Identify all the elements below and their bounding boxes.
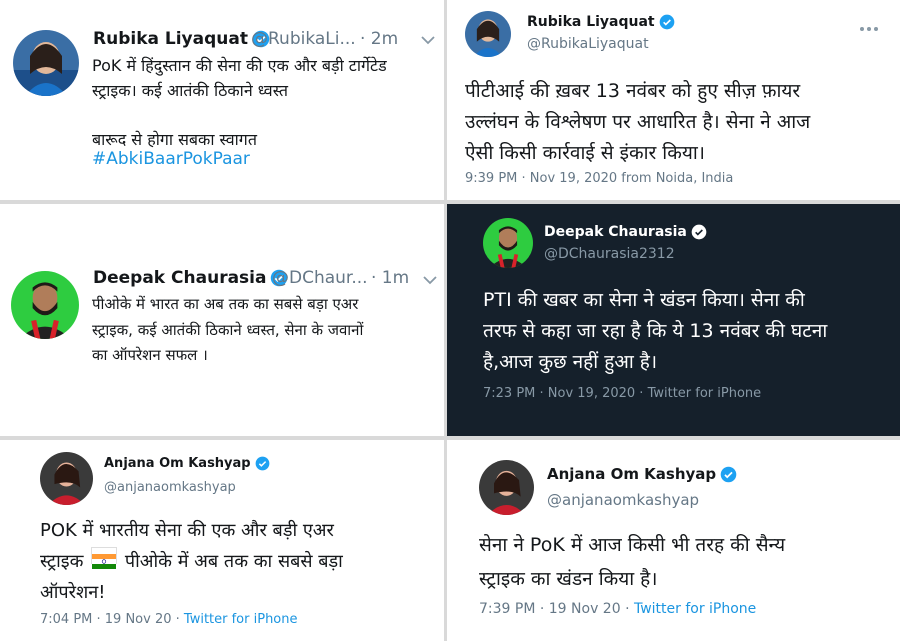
author-handle[interactable]: @anjanaomkashyap <box>104 480 236 495</box>
author-name[interactable]: Rubika Liyaquat <box>527 14 675 30</box>
tweet-text-line: स्ट्राइक पीओके में अब तक का सबसे बड़ा <box>40 546 440 577</box>
tweet-text-fragment: स्ट्राइक <box>40 551 90 572</box>
author-name[interactable]: Deepak Chaurasia <box>544 224 707 240</box>
author-handle[interactable]: @RubikaLiyaquat <box>527 36 649 52</box>
tweet-text: पीओके में भारत का अब तक का सबसे बड़ा एअर… <box>92 295 364 364</box>
avatar[interactable] <box>465 11 511 57</box>
chevron-down-icon[interactable] <box>420 32 436 52</box>
tweet-source[interactable]: Twitter for iPhone <box>648 386 762 401</box>
tweet-timestamp[interactable]: 7:39 PM · 19 Nov 20 · <box>479 601 634 617</box>
tweet-source[interactable]: Twitter for iPhone <box>184 612 298 627</box>
author-name[interactable]: Rubika Liyaquat <box>93 29 270 49</box>
tweet-deepak-claim: Deepak Chaurasia @DChaur... · 1m पीओके म… <box>0 204 444 436</box>
verified-badge-icon <box>255 456 270 471</box>
avatar[interactable] <box>13 30 79 96</box>
avatar[interactable] <box>479 460 534 515</box>
author-handle[interactable]: @DChaur... <box>272 268 368 288</box>
tweet-time[interactable]: · 1m <box>371 268 409 288</box>
tweet-timestamp[interactable]: 7:23 PM · Nov 19, 2020 · <box>483 386 648 401</box>
author-handle[interactable]: @DChaurasia2312 <box>544 246 675 262</box>
author-handle[interactable]: @RubikaLi... <box>251 29 356 49</box>
tweet-text: पीटीआई की ख़बर 13 नवंबर को हुए सीज़ फ़ाय… <box>465 80 811 164</box>
tweet-meta: 7:04 PM · 19 Nov 20 · Twitter for iPhone <box>40 612 298 627</box>
tweet-rubika-claim: Rubika Liyaquat @RubikaLi... · 2m PoK मे… <box>0 0 444 200</box>
tweet-text-line: ऑपरेशन! <box>40 582 106 603</box>
avatar[interactable] <box>483 218 533 268</box>
author-name-text[interactable]: Rubika Liyaquat <box>93 29 248 49</box>
verified-badge-icon <box>659 14 675 30</box>
author-name[interactable]: Anjana Om Kashyap <box>547 465 737 483</box>
avatar[interactable] <box>11 271 79 339</box>
tweet-meta: 7:23 PM · Nov 19, 2020 · Twitter for iPh… <box>483 386 761 401</box>
tweet-text: PoK में हिंदुस्तान की सेना की एक और बड़ी… <box>92 56 387 149</box>
author-name-text[interactable]: Anjana Om Kashyap <box>547 465 716 483</box>
author-name[interactable]: Deepak Chaurasia <box>93 268 288 288</box>
avatar[interactable] <box>40 452 93 505</box>
hashtag-link[interactable]: #AbkiBaarPokPaar <box>92 149 250 169</box>
tweet-source[interactable]: Twitter for iPhone <box>634 601 756 617</box>
author-name-text[interactable]: Anjana Om Kashyap <box>104 456 251 471</box>
tweet-text-line: POK में भारतीय सेना की एक और बड़ी एअर <box>40 520 334 541</box>
tweet-text: PTI की खबर का सेना ने खंडन किया। सेना की… <box>483 289 828 373</box>
tweet-text-fragment: पीओके में अब तक का सबसे बड़ा <box>119 551 343 572</box>
author-name-text[interactable]: Rubika Liyaquat <box>527 14 655 30</box>
tweet-text: सेना ने PoK में आज किसी भी तरह की सैन्य … <box>479 534 786 590</box>
chevron-down-icon[interactable] <box>422 272 438 292</box>
india-flag-icon <box>91 547 118 569</box>
tweet-rubika-clarification: Rubika Liyaquat @RubikaLiyaquat पीटीआई क… <box>447 0 900 200</box>
tweet-meta: 9:39 PM · Nov 19, 2020 from Noida, India <box>465 171 734 186</box>
tweet-anjana-claim: Anjana Om Kashyap @anjanaomkashyap POK म… <box>0 440 444 641</box>
tweet-deepak-clarification: Deepak Chaurasia @DChaurasia2312 PTI की … <box>447 204 900 436</box>
tweet-anjana-clarification: Anjana Om Kashyap @anjanaomkashyap सेना … <box>447 440 900 641</box>
tweet-meta: 7:39 PM · 19 Nov 20 · Twitter for iPhone <box>479 601 756 617</box>
author-name[interactable]: Anjana Om Kashyap <box>104 456 270 471</box>
author-handle[interactable]: @anjanaomkashyap <box>547 491 699 509</box>
verified-badge-icon <box>720 466 737 483</box>
tweet-text: POK में भारतीय सेना की एक और बड़ी एअर स्… <box>40 515 440 608</box>
author-name-text[interactable]: Deepak Chaurasia <box>93 268 266 288</box>
tweet-time[interactable]: · 2m <box>360 29 398 49</box>
author-name-text[interactable]: Deepak Chaurasia <box>544 224 687 240</box>
tweet-timestamp[interactable]: 7:04 PM · 19 Nov 20 · <box>40 612 184 627</box>
more-options-icon[interactable] <box>859 18 879 37</box>
verified-badge-icon <box>691 224 707 240</box>
